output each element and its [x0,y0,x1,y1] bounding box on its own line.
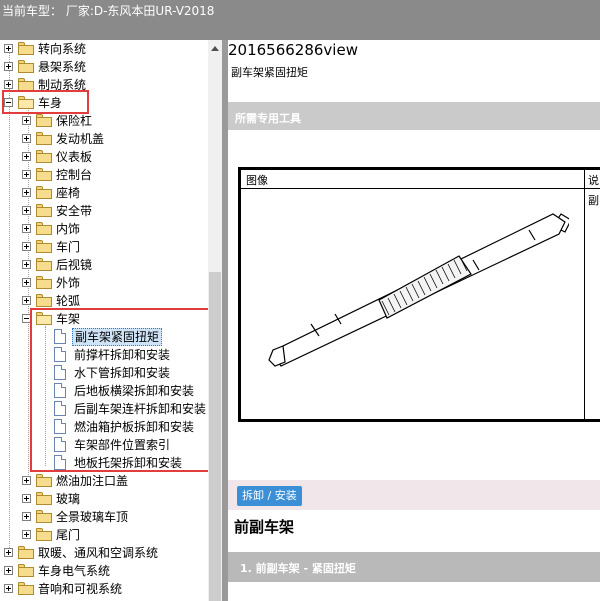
folder-icon [18,42,34,55]
expand-icon[interactable] [4,44,13,53]
folder-icon [36,132,52,145]
expand-icon[interactable] [22,242,31,251]
expand-icon[interactable] [4,80,13,89]
expand-icon[interactable] [22,206,31,215]
expand-icon[interactable] [22,188,31,197]
special-tools-table: 图像 说 副 [238,167,600,422]
tree-item-label: 外饰 [56,276,81,290]
vehicle-model-title: 当前车型： 厂家:D-东风本田UR-V2018 [2,4,215,18]
tree-item-label: 尾门 [56,528,81,542]
tree-item-label: 玻璃 [56,492,81,506]
tree-item-label: 车门 [56,240,81,254]
folder-icon [18,582,34,595]
expand-icon[interactable] [22,134,31,143]
table-header-row: 图像 说 [241,170,600,189]
scrollbar-thumb[interactable] [209,272,221,601]
tree-item-label: 取暖、通风和空调系统 [38,546,159,560]
table-cell-description: 副 [588,194,599,207]
folder-icon [36,168,52,181]
expand-icon[interactable] [22,530,31,539]
torque-tool-image [268,213,569,367]
highlight-box-frame [30,308,219,472]
folder-icon [18,564,34,577]
tree-item-label: 发动机盖 [56,132,105,146]
tree-item-label: 安全带 [56,204,93,218]
tree-item-label: 转向系统 [38,42,87,56]
expand-icon[interactable] [4,548,13,557]
tree-item-label: 座椅 [56,186,81,200]
title-bar: 当前车型： 厂家:D-东风本田UR-V2018 [0,0,600,40]
tree-item-label: 悬架系统 [38,60,87,74]
folder-icon [36,114,52,127]
folder-icon [36,510,52,523]
expand-icon[interactable] [22,260,31,269]
tree-item-label: 车身电气系统 [38,564,111,578]
column-header-description: 说 [588,174,599,187]
section-title: 前副车架 [234,518,295,536]
expand-icon[interactable] [22,296,31,305]
folder-icon [36,294,52,307]
folder-icon [36,240,52,253]
column-header-image: 图像 [246,174,268,187]
expand-icon[interactable] [22,494,31,503]
expand-icon[interactable] [4,584,13,593]
remove-install-button[interactable]: 拆卸 / 安装 [237,486,302,506]
scroll-up-arrow-icon[interactable] [208,42,222,56]
folder-icon [36,222,52,235]
tree-item-label: 后视镜 [56,258,93,272]
document-content: 2016566286view 副车架紧固扭矩 所需专用工具 图像 说 副 拆卸 … [228,40,600,601]
expand-icon[interactable] [22,476,31,485]
document-subtitle: 副车架紧固扭矩 [231,66,308,79]
tree-item-label: 控制台 [56,168,93,182]
expand-icon[interactable] [4,62,13,71]
folder-icon [36,474,52,487]
expand-icon[interactable] [22,512,31,521]
expand-icon[interactable] [22,116,31,125]
tree-item-label: 全景玻璃车顶 [56,510,129,524]
expand-icon[interactable] [22,224,31,233]
special-tools-header: 所需专用工具 [228,102,600,130]
tree-item-label: 保险杠 [56,114,93,128]
folder-icon [36,258,52,271]
tree-item-label: 内饰 [56,222,81,236]
document-id: 2016566286view [228,41,358,59]
expand-icon[interactable] [22,278,31,287]
expand-icon[interactable] [22,152,31,161]
expand-icon[interactable] [22,170,31,179]
expand-icon[interactable] [4,566,13,575]
folder-icon [18,546,34,559]
tree-item-label: 轮弧 [56,294,81,308]
step-header: 1. 前副车架 - 紧固扭矩 [228,552,600,582]
tree-item-label: 燃油加注口盖 [56,474,129,488]
folder-icon [36,186,52,199]
folder-icon [36,528,52,541]
folder-icon [18,60,34,73]
folder-icon [36,204,52,217]
tree-item-label: 仪表板 [56,150,93,164]
folder-icon [36,276,52,289]
folder-icon [36,150,52,163]
tree-item-label: 音响和可视系统 [38,582,123,596]
folder-icon [36,492,52,505]
highlight-box-body [2,90,89,114]
